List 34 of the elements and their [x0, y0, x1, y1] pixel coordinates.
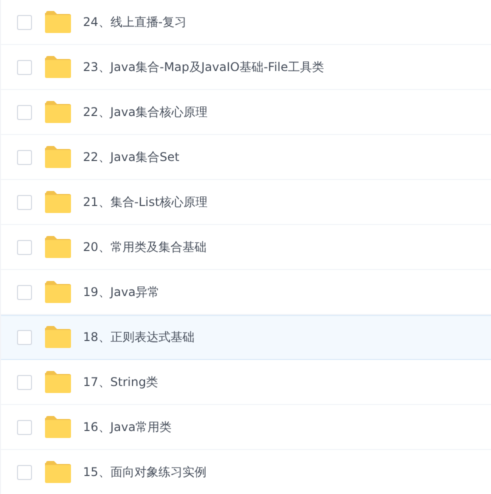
- checkbox[interactable]: [17, 464, 32, 480]
- checkbox[interactable]: [17, 60, 32, 74]
- file-row-highlight[interactable]: 18、正则表达式基础: [1, 315, 491, 360]
- folder-name[interactable]: 22、Java集合核心原理: [83, 104, 208, 120]
- folder-icon: [45, 191, 71, 213]
- folder-name[interactable]: 21、集合-List核心原理: [83, 194, 208, 210]
- folder-icon: [45, 371, 71, 393]
- checkbox[interactable]: [17, 150, 32, 164]
- folder-name[interactable]: 23、Java集合-Map及JavaIO基础-File工具类: [83, 58, 324, 76]
- folder-icon: [45, 416, 71, 438]
- checkbox[interactable]: [17, 104, 32, 120]
- folder-name[interactable]: 17、String类: [83, 374, 158, 390]
- folder-name[interactable]: 24、线上直播-复习: [83, 14, 187, 30]
- checkbox[interactable]: [17, 194, 32, 210]
- folder-icon: [45, 11, 71, 33]
- folder-icon: [45, 461, 71, 483]
- checkbox[interactable]: [17, 374, 32, 390]
- folder-icon: [45, 146, 71, 168]
- folder-icon: [45, 326, 71, 348]
- checkbox[interactable]: [17, 14, 32, 30]
- folder-icon: [45, 236, 71, 258]
- folder-icon: [45, 281, 71, 303]
- folder-name[interactable]: 16、Java常用类: [83, 418, 172, 436]
- checkbox[interactable]: [17, 330, 32, 344]
- folder-icon: [45, 56, 71, 78]
- checkbox[interactable]: [17, 420, 32, 434]
- folder-name[interactable]: 22、Java集合Set: [83, 148, 180, 166]
- checkbox[interactable]: [17, 240, 32, 254]
- folder-icon: [45, 101, 71, 123]
- folder-name[interactable]: 18、正则表达式基础: [83, 328, 194, 346]
- folder-name[interactable]: 19、Java异常: [83, 284, 160, 300]
- folder-name[interactable]: 20、常用类及集合基础: [83, 238, 206, 256]
- folder-name[interactable]: 15、面向对象练习实例: [83, 464, 206, 480]
- checkbox[interactable]: [17, 284, 32, 300]
